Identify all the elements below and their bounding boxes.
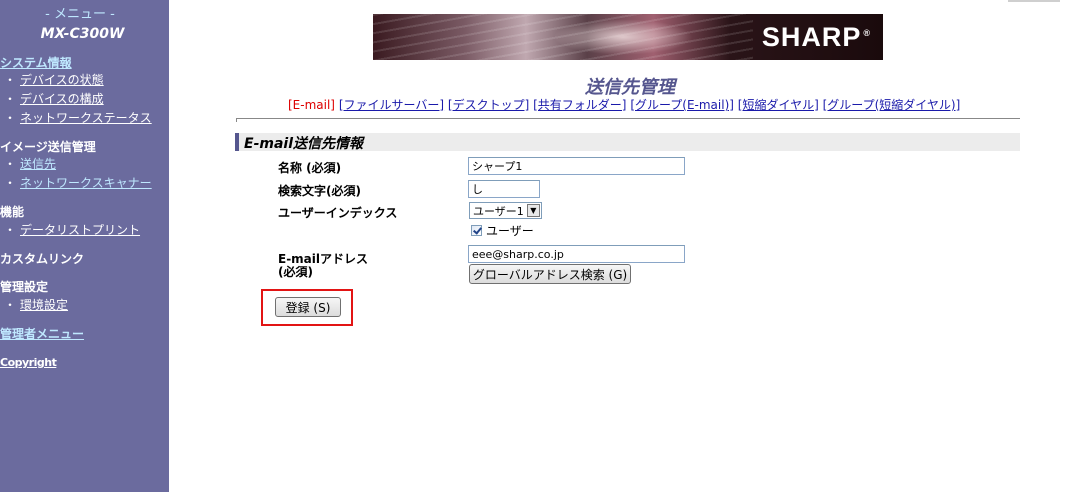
tab-file-server[interactable]: [ファイルサーバー] — [339, 98, 444, 112]
global-address-search-button[interactable]: グローバルアドレス検索 (G) — [469, 264, 631, 284]
banner-glow — [553, 19, 693, 55]
sharp-logo: SHARP ® — [761, 22, 871, 52]
user-checkbox[interactable] — [471, 225, 482, 236]
user-index-select[interactable]: ユーザー1 ▼ — [469, 202, 542, 219]
email-required-label: (必須) — [278, 265, 313, 279]
sidebar-item-destination[interactable]: ・送信先 — [4, 155, 56, 172]
model-name: MX-C300W — [40, 26, 125, 42]
sidebar-section-custom-link: カスタムリンク — [0, 252, 85, 266]
tab-speed-dial[interactable]: [短縮ダイヤル] — [738, 98, 819, 112]
window-edge-marker — [1008, 0, 1060, 2]
sharp-banner: SHARP ® — [373, 14, 883, 60]
tab-group-email[interactable]: [グループ(E-mail)] — [630, 98, 734, 112]
tab-shared-folder[interactable]: [共有フォルダー] — [533, 98, 626, 112]
section-accent-bar — [235, 133, 239, 151]
tab-group-speed-dial[interactable]: [グループ(短縮ダイヤル)] — [823, 98, 961, 112]
email-address-input[interactable]: eee@sharp.co.jp — [468, 245, 685, 263]
user-index-label: ユーザーインデックス — [278, 206, 398, 220]
destination-type-tabs: [E-mail] [ファイルサーバー] [デスクトップ] [共有フォルダー] [… — [288, 96, 960, 113]
section-title: E-mail送信先情報 — [244, 136, 364, 152]
sidebar-item-network-scanner[interactable]: ・ネットワークスキャナー — [4, 174, 152, 191]
divider — [236, 118, 1020, 119]
sidebar-item-label[interactable]: 環境設定 — [20, 298, 68, 312]
sidebar-item-label[interactable]: データリストプリント — [20, 223, 140, 237]
sidebar-copyright-link[interactable]: Copyright — [0, 356, 57, 369]
sidebar-section-functions: 機能 — [0, 205, 25, 219]
user-index-selected-value: ユーザー1 — [473, 204, 524, 218]
sidebar-item-label[interactable]: デバイスの状態 — [20, 73, 104, 87]
sidebar-section-image-send: イメージ送信管理 — [0, 140, 96, 154]
search-chars-label: 検索文字(必須) — [278, 184, 361, 198]
sidebar-item-device-config[interactable]: ・デバイスの構成 — [4, 90, 104, 107]
user-checkbox-row[interactable]: ユーザー — [471, 222, 534, 239]
search-chars-input[interactable]: し — [468, 180, 540, 198]
sidebar-item-network-status[interactable]: ・ネットワークステータス — [4, 109, 152, 126]
sidebar-item-label[interactable]: ネットワークステータス — [20, 111, 152, 125]
divider-tick — [236, 118, 237, 122]
sidebar-item-label[interactable]: ネットワークスキャナー — [20, 176, 152, 190]
sidebar-admin-menu-link[interactable]: 管理者メニュー — [0, 325, 84, 342]
user-checkbox-label: ユーザー — [486, 224, 534, 238]
name-label: 名称 (必須) — [278, 161, 342, 175]
sidebar-item-device-status[interactable]: ・デバイスの状態 — [4, 71, 104, 88]
register-button[interactable]: 登録 (S) — [275, 297, 341, 317]
sidebar-section-admin-settings: 管理設定 — [0, 280, 49, 294]
sidebar-item-label[interactable]: 送信先 — [20, 157, 56, 171]
menu-title: - メニュー - — [45, 7, 115, 22]
name-input[interactable]: シャープ1 — [468, 157, 685, 175]
tab-email[interactable]: [E-mail] — [288, 98, 335, 112]
chevron-down-icon[interactable]: ▼ — [526, 204, 540, 217]
section-header: E-mail送信先情報 — [235, 133, 1020, 152]
tab-desktop[interactable]: [デスクトップ] — [448, 98, 529, 112]
sidebar-item-data-list-print[interactable]: ・データリストプリント — [4, 221, 140, 238]
sidebar-system-info-link[interactable]: システム情報 — [0, 54, 72, 71]
sidebar-item-environment-settings[interactable]: ・環境設定 — [4, 296, 68, 313]
sidebar-item-label[interactable]: デバイスの構成 — [20, 92, 104, 106]
sidebar-menu: - メニュー - MX-C300W システム情報 ・デバイスの状態 ・デバイスの… — [0, 0, 169, 492]
